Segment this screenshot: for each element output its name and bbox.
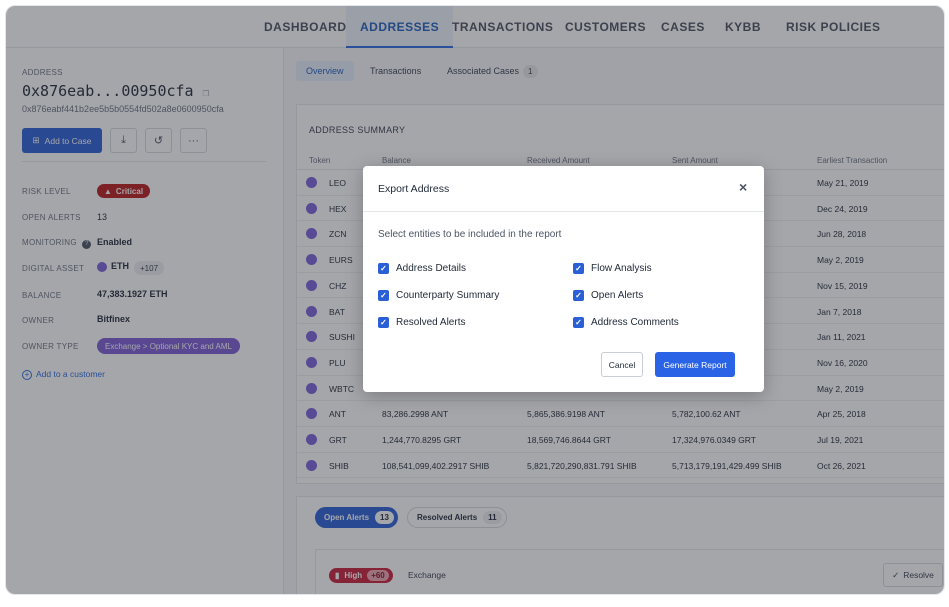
option-label: Counterparty Summary [396, 290, 500, 301]
generate-report-button[interactable]: Generate Report [655, 352, 735, 377]
export-address-modal: Export Address × Select entities to be i… [363, 166, 764, 392]
checkbox-checked-icon[interactable]: ✓ [573, 263, 584, 274]
option-open-alerts[interactable]: ✓ Open Alerts [573, 290, 643, 301]
modal-divider [363, 211, 764, 212]
option-label: Address Comments [591, 317, 679, 328]
checkbox-checked-icon[interactable]: ✓ [378, 290, 389, 301]
cancel-button[interactable]: Cancel [601, 352, 643, 377]
option-address-details[interactable]: ✓ Address Details [378, 263, 466, 274]
option-address-comments[interactable]: ✓ Address Comments [573, 317, 679, 328]
close-icon[interactable]: × [739, 179, 747, 195]
option-flow-analysis[interactable]: ✓ Flow Analysis [573, 263, 652, 274]
option-counterparty-summary[interactable]: ✓ Counterparty Summary [378, 290, 499, 301]
checkbox-checked-icon[interactable]: ✓ [573, 290, 584, 301]
option-label: Open Alerts [591, 290, 644, 301]
modal-title: Export Address [378, 183, 450, 195]
option-label: Address Details [396, 263, 467, 274]
modal-description: Select entities to be included in the re… [378, 229, 562, 240]
checkbox-checked-icon[interactable]: ✓ [378, 317, 389, 328]
option-label: Resolved Alerts [396, 317, 466, 328]
option-resolved-alerts[interactable]: ✓ Resolved Alerts [378, 317, 465, 328]
option-label: Flow Analysis [591, 263, 652, 274]
checkbox-checked-icon[interactable]: ✓ [573, 317, 584, 328]
checkbox-checked-icon[interactable]: ✓ [378, 263, 389, 274]
app-window: DASHBOARD ADDRESSES TRANSACTIONS CUSTOME… [5, 5, 945, 595]
